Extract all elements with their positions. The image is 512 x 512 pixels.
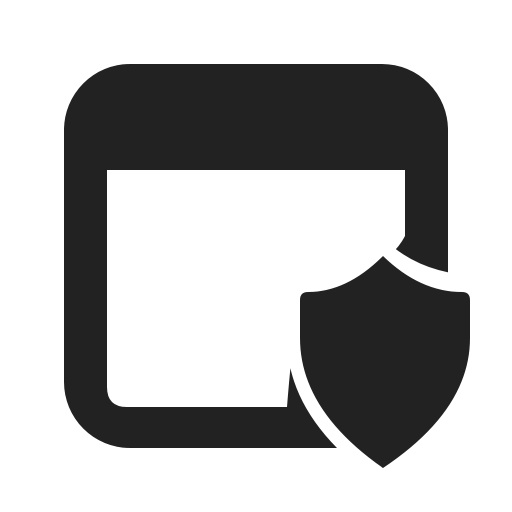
window-shield-icon xyxy=(0,0,512,512)
icon-canvas xyxy=(0,0,512,512)
window-shield-svg xyxy=(64,64,470,468)
